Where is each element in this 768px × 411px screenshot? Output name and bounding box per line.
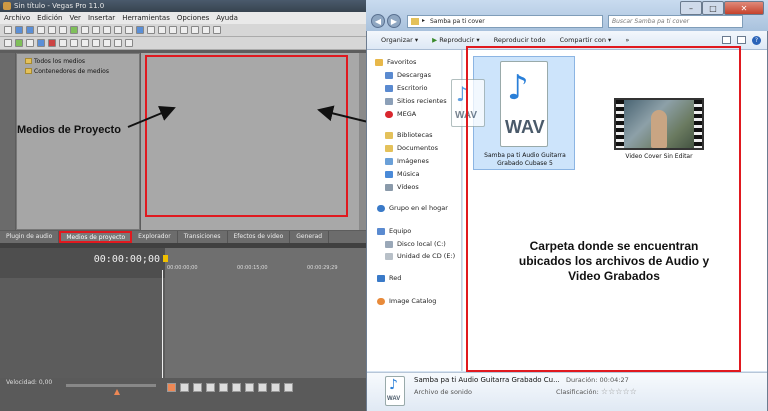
forward-button[interactable]: ▶ bbox=[387, 14, 401, 28]
nav-homegroup[interactable]: Grupo en el hogar bbox=[377, 204, 448, 212]
minimize-button[interactable]: – bbox=[680, 1, 702, 15]
mega-icon bbox=[385, 110, 393, 118]
nav-videos[interactable]: Vídeos bbox=[385, 183, 419, 191]
music-icon bbox=[385, 170, 393, 178]
disk-icon bbox=[385, 240, 393, 248]
documents-icon bbox=[385, 144, 393, 152]
more-options-button[interactable]: » bbox=[625, 36, 629, 44]
details-rating[interactable]: Clasificación: ☆☆☆☆☆ bbox=[556, 387, 637, 396]
address-path: Samba pa ti cover bbox=[430, 18, 485, 25]
nav-mega[interactable]: MEGA bbox=[385, 110, 416, 118]
nav-music[interactable]: Música bbox=[385, 170, 419, 178]
play-button[interactable]: ▶ Reproducir ▾ bbox=[432, 36, 480, 44]
annotation-folder-note: Carpeta donde se encuentran ubicados los… bbox=[518, 239, 710, 283]
nav-pictures[interactable]: Imágenes bbox=[385, 157, 429, 165]
nav-favorites[interactable]: Favoritos bbox=[375, 58, 416, 66]
nav-cd-drive[interactable]: Unidad de CD (E:) bbox=[385, 252, 455, 260]
close-button[interactable]: ✕ bbox=[724, 1, 764, 15]
nav-computer[interactable]: Equipo bbox=[377, 227, 411, 235]
nav-recent-places[interactable]: Sitios recientes bbox=[385, 97, 447, 105]
address-bar[interactable]: ▸ Samba pa ti cover bbox=[407, 15, 603, 28]
breadcrumb-chevron-icon[interactable]: ▸ bbox=[422, 17, 425, 24]
nav-downloads[interactable]: Descargas bbox=[385, 71, 431, 79]
folder-icon bbox=[411, 18, 419, 25]
organize-button[interactable]: Organizar ▾ bbox=[381, 36, 418, 44]
homegroup-icon bbox=[377, 204, 385, 212]
libraries-icon bbox=[385, 131, 393, 139]
image-catalog-icon bbox=[377, 297, 385, 305]
maximize-button[interactable]: □ bbox=[702, 1, 724, 15]
cd-drive-icon bbox=[385, 252, 393, 260]
details-file-type: Archivo de sonido bbox=[414, 388, 472, 396]
nav-network[interactable]: Red bbox=[377, 274, 401, 282]
search-input[interactable]: Buscar Samba pa ti cover bbox=[608, 15, 743, 28]
details-wav-icon: ♪ WAV bbox=[385, 376, 405, 406]
star-icon: ☆☆☆☆☆ bbox=[600, 387, 637, 396]
pictures-icon bbox=[385, 157, 393, 165]
desktop-icon bbox=[385, 84, 393, 92]
nav-documents[interactable]: Documentos bbox=[385, 144, 438, 152]
downloads-icon bbox=[385, 71, 393, 79]
nav-image-catalog[interactable]: Image Catalog bbox=[377, 297, 436, 305]
back-button[interactable]: ◀ bbox=[371, 14, 385, 28]
nav-desktop[interactable]: Escritorio bbox=[385, 84, 428, 92]
view-options-icon[interactable] bbox=[722, 35, 731, 44]
recent-places-icon bbox=[385, 97, 393, 105]
help-icon[interactable]: ? bbox=[752, 35, 761, 45]
wav-badge: WAV bbox=[387, 396, 401, 402]
preview-pane-icon[interactable] bbox=[737, 35, 746, 44]
play-all-button[interactable]: Reproducir todo bbox=[494, 36, 546, 44]
arrow-to-project-media bbox=[127, 105, 176, 128]
music-note-icon: ♪ bbox=[389, 377, 398, 393]
network-icon bbox=[377, 274, 385, 282]
star-icon bbox=[375, 58, 383, 66]
computer-icon bbox=[377, 227, 385, 235]
details-file-name: Samba pa ti Audio Guitarra Grabado Cu... bbox=[414, 376, 560, 384]
videos-icon bbox=[385, 183, 393, 191]
share-with-button[interactable]: Compartir con ▾ bbox=[560, 36, 612, 44]
nav-libraries[interactable]: Bibliotecas bbox=[385, 131, 432, 139]
folder-highlight-box bbox=[466, 46, 741, 372]
details-duration: Duración: 00:04:27 bbox=[566, 376, 629, 384]
nav-local-disk[interactable]: Disco local (C:) bbox=[385, 240, 446, 248]
